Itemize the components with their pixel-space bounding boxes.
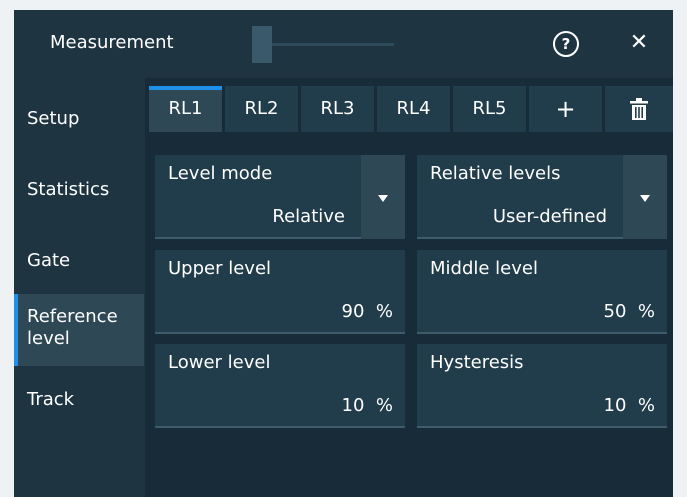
lower-level-label: Lower level	[168, 352, 271, 373]
field-underline	[155, 426, 405, 428]
tab-rl2[interactable]: RL2	[225, 86, 298, 132]
level-mode-label: Level mode	[168, 163, 273, 184]
upper-level-unit: %	[375, 301, 393, 322]
field-underline	[417, 332, 667, 334]
dialog-drag-track	[262, 43, 394, 46]
middle-level-label: Middle level	[430, 258, 538, 279]
relative-levels-dropdown[interactable]: Relative levels User-defined	[417, 155, 667, 239]
upper-level-number: 90	[341, 301, 365, 322]
add-tab-button[interactable]: +	[529, 86, 602, 132]
dialog-title: Measurement	[50, 32, 174, 53]
relative-levels-dropdown-button[interactable]	[623, 155, 667, 239]
level-mode-dropdown-button[interactable]	[361, 155, 405, 239]
measurement-dialog: Measurement ? ✕ Setup Statistics Gate Re…	[14, 10, 673, 497]
level-mode-dropdown[interactable]: Level mode Relative	[155, 155, 405, 239]
tab-label: RL1	[168, 98, 203, 119]
field-underline	[417, 426, 667, 428]
tab-label: RL5	[472, 98, 507, 119]
middle-level-value: 50 %	[604, 301, 655, 322]
sidebar-item-label: Reference level	[27, 306, 118, 349]
tab-label: RL3	[320, 98, 355, 119]
relative-levels-label: Relative levels	[430, 163, 561, 184]
field-underline	[155, 237, 361, 239]
delete-tab-button[interactable]	[605, 86, 673, 132]
middle-level-field[interactable]: Middle level 50 %	[417, 250, 667, 334]
tab-rl4[interactable]: RL4	[377, 86, 450, 132]
sidebar-item-gate[interactable]: Gate	[14, 250, 145, 271]
hysteresis-value: 10 %	[604, 395, 655, 416]
sidebar-item-statistics[interactable]: Statistics	[14, 179, 145, 200]
middle-level-number: 50	[603, 301, 627, 322]
dialog-drag-handle[interactable]	[252, 26, 272, 63]
sidebar-item-label: Gate	[27, 250, 71, 271]
sidebar-item-label: Track	[27, 389, 75, 410]
active-indicator	[14, 294, 18, 366]
tab-label: RL4	[396, 98, 431, 119]
lower-level-value: 10 %	[342, 395, 393, 416]
sidebar-item-label: Setup	[27, 108, 80, 129]
plus-icon: +	[555, 95, 576, 123]
upper-level-value: 90 %	[342, 301, 393, 322]
help-icon[interactable]: ?	[553, 31, 579, 57]
title-bar: Measurement ? ✕	[14, 10, 673, 78]
chevron-down-icon	[378, 195, 388, 202]
tab-rl5[interactable]: RL5	[453, 86, 526, 132]
tab-label: RL2	[244, 98, 279, 119]
field-underline	[417, 237, 623, 239]
sidebar: Setup Statistics Gate Reference level Tr…	[14, 78, 145, 497]
sidebar-item-setup[interactable]: Setup	[14, 108, 145, 129]
lower-level-number: 10	[341, 395, 365, 416]
level-mode-value: Relative	[272, 206, 345, 227]
upper-level-label: Upper level	[168, 258, 272, 279]
sidebar-item-label: Statistics	[27, 179, 110, 200]
lower-level-unit: %	[375, 395, 393, 416]
sidebar-item-reference-level[interactable]: Reference level	[14, 294, 144, 366]
hysteresis-number: 10	[603, 395, 627, 416]
hysteresis-unit: %	[637, 395, 655, 416]
hysteresis-label: Hysteresis	[430, 352, 524, 373]
relative-levels-value: User-defined	[492, 206, 607, 227]
sidebar-item-track[interactable]: Track	[14, 389, 145, 410]
tab-rl1[interactable]: RL1	[149, 86, 222, 132]
tab-rl3[interactable]: RL3	[301, 86, 374, 132]
middle-level-unit: %	[637, 301, 655, 322]
content-panel: RL1 RL2 RL3 RL4 RL5 + Level mode Relativ…	[145, 78, 673, 497]
upper-level-field[interactable]: Upper level 90 %	[155, 250, 405, 334]
trash-icon	[630, 98, 648, 120]
close-icon[interactable]: ✕	[626, 30, 652, 56]
hysteresis-field[interactable]: Hysteresis 10 %	[417, 344, 667, 428]
lower-level-field[interactable]: Lower level 10 %	[155, 344, 405, 428]
field-underline	[155, 332, 405, 334]
chevron-down-icon	[640, 195, 650, 202]
active-tab-indicator	[149, 86, 222, 90]
